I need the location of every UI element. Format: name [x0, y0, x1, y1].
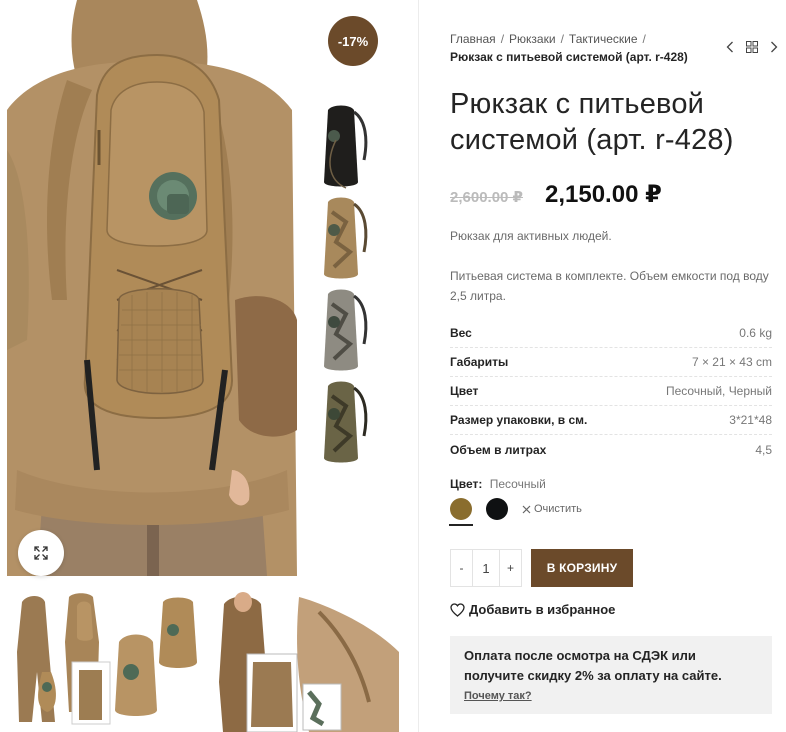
back-to-shop-button[interactable]	[745, 40, 759, 54]
quantity-stepper: - 1 +	[450, 549, 522, 587]
next-product-button[interactable]	[767, 40, 781, 54]
quantity-input[interactable]: 1	[472, 550, 500, 586]
product-summary: Главная / Рюкзаки / Тактические / Рюкзак с пи…	[418, 0, 786, 732]
thumbnail-camo-grey[interactable]	[306, 284, 376, 376]
attribute-value: 3*21*48	[729, 413, 772, 427]
color-label-text: Цвет	[450, 477, 479, 491]
attribute-row: Габариты 7 × 21 × 43 cm	[450, 348, 772, 377]
selected-color: Песочный	[489, 477, 546, 491]
attribute-row: Объем в литрах 4,5	[450, 435, 772, 464]
expand-icon	[34, 546, 48, 560]
breadcrumb-home[interactable]: Главная	[450, 32, 496, 46]
chevron-right-icon	[771, 41, 778, 53]
grid-icon	[746, 41, 758, 53]
short-description: Рюкзак для активных людей.	[450, 229, 612, 243]
sale-price: 2,150.00 ₽	[545, 181, 662, 208]
attribute-row: Вес 0.6 kg	[450, 319, 772, 348]
description: Питьевая система в комплекте. Объем емко…	[450, 269, 769, 303]
thumbnail-camo-tan[interactable]	[306, 192, 376, 284]
wishlist-label: Добавить в избранное	[469, 602, 616, 617]
breadcrumb-separator: /	[560, 32, 564, 46]
attribute-value: Песочный, Черный	[665, 384, 772, 398]
clear-selection-button[interactable]: Очистить	[522, 503, 582, 515]
swatch-black[interactable]	[486, 498, 508, 520]
product-gallery: -17%	[0, 0, 410, 732]
close-icon	[522, 505, 531, 513]
side-thumbnails	[306, 100, 380, 468]
discount-badge: -17%	[328, 16, 378, 66]
swatch-sand[interactable]	[449, 498, 473, 526]
quantity-plus-button[interactable]: +	[500, 550, 521, 586]
bottom-thumbnails	[7, 592, 407, 732]
notice-text: Оплата после осмотра на СДЭК или получит…	[464, 648, 722, 683]
breadcrumb-tactical[interactable]: Тактические	[569, 32, 638, 46]
color-label-colon: :	[478, 477, 483, 491]
old-price: 2,600.00 ₽	[450, 189, 523, 206]
attribute-name: Объем в литрах	[450, 442, 547, 457]
attribute-name: Цвет	[450, 384, 479, 398]
product-navigation	[723, 40, 781, 54]
attribute-name: Размер упаковки, в см.	[450, 413, 588, 427]
attribute-row: Размер упаковки, в см. 3*21*48	[450, 406, 772, 435]
prev-product-button[interactable]	[723, 40, 737, 54]
attribute-name: Вес	[450, 326, 472, 340]
breadcrumb-separator: /	[642, 32, 646, 46]
zoom-button[interactable]	[18, 530, 64, 576]
clear-label: Очистить	[534, 503, 582, 515]
attributes-table: Вес 0.6 kg Габариты 7 × 21 × 43 cm Цвет …	[450, 319, 772, 464]
heart-icon	[450, 602, 465, 617]
add-to-wishlist-button[interactable]: Добавить в избранное	[450, 602, 615, 617]
attribute-name: Габариты	[450, 355, 509, 369]
add-to-cart-button[interactable]: В КОРЗИНУ	[531, 549, 633, 587]
attribute-value: 4,5	[755, 442, 772, 457]
thumbnail-collage-2[interactable]	[209, 592, 405, 732]
product-title: Рюкзак с питьевой системой (арт. r-428)	[450, 88, 734, 156]
product-price: 2,600.00 ₽ 2,150.00 ₽	[450, 180, 662, 209]
payment-notice: Оплата после осмотра на СДЭК или получит…	[450, 636, 772, 714]
why-link[interactable]: Почему так?	[464, 690, 532, 702]
chevron-left-icon	[726, 41, 733, 53]
breadcrumb: Главная / Рюкзаки / Тактические / Рюкзак с пи…	[450, 30, 720, 66]
main-product-image[interactable]	[7, 0, 297, 576]
breadcrumb-backpacks[interactable]: Рюкзаки	[509, 32, 556, 46]
attribute-value: 0.6 kg	[739, 326, 772, 340]
color-swatches: Очистить	[449, 498, 582, 526]
breadcrumb-separator: /	[500, 32, 505, 46]
attribute-row: Цвет Песочный, Черный	[450, 377, 772, 406]
quantity-minus-button[interactable]: -	[451, 550, 472, 586]
attribute-value: 7 × 21 × 43 cm	[691, 355, 772, 369]
breadcrumb-current: Рюкзак с питьевой системой (арт. r-428)	[450, 50, 688, 64]
thumbnail-camo-olive[interactable]	[306, 376, 376, 468]
color-variation-label: Цвет: Песочный	[450, 477, 546, 491]
thumbnail-black[interactable]	[306, 100, 376, 192]
thumbnail-collage-1[interactable]	[7, 592, 203, 732]
